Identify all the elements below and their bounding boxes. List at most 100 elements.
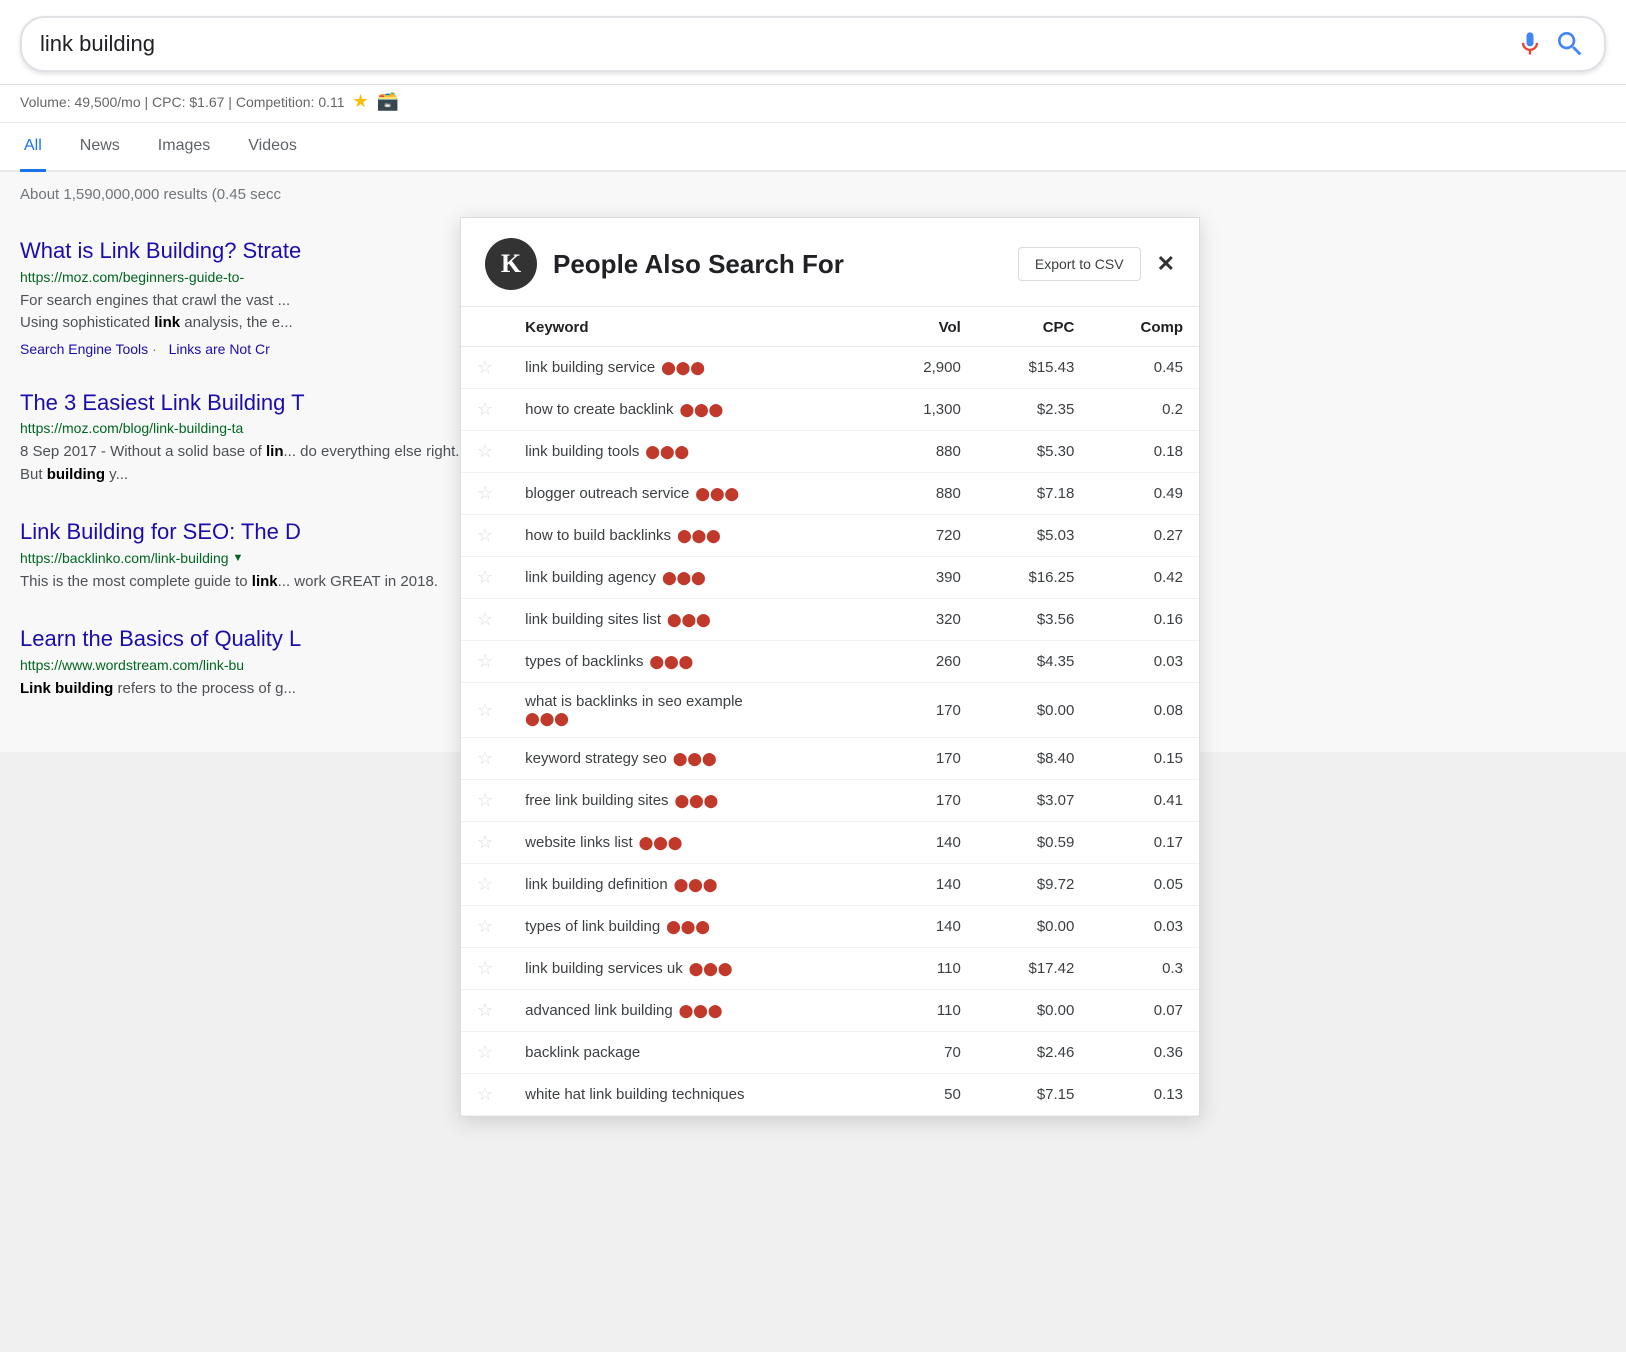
table-row: ☆link building sites list⬤⬤⬤320$3.560.16: [461, 599, 1199, 641]
col-vol: Vol: [875, 307, 976, 347]
cpc-cell: $7.18: [977, 473, 1091, 515]
result-title[interactable]: What is Link Building? Strate: [20, 238, 301, 263]
keyword-text: how to create backlink: [525, 401, 673, 418]
search-icon[interactable]: [1554, 28, 1586, 60]
difficulty-icon: ⬤⬤⬤: [674, 877, 718, 893]
row-star-icon[interactable]: ☆: [477, 790, 493, 810]
tab-videos[interactable]: Videos: [244, 123, 301, 172]
cpc-cell: $0.00: [977, 683, 1091, 738]
vol-cell: 320: [875, 599, 976, 641]
table-row: ☆free link building sites⬤⬤⬤170$3.070.41: [461, 780, 1199, 822]
vol-cell: 140: [875, 864, 976, 906]
difficulty-icon: ⬤⬤⬤: [666, 919, 710, 935]
cpc-cell: $7.15: [977, 1074, 1091, 1116]
keyword-text: what is backlinks in seo example: [525, 693, 743, 710]
difficulty-icon: ⬤⬤⬤: [680, 402, 724, 418]
table-row: ☆link building tools⬤⬤⬤880$5.300.18: [461, 431, 1199, 473]
row-star-icon[interactable]: ☆: [477, 483, 493, 503]
row-star-icon[interactable]: ☆: [477, 567, 493, 587]
vol-cell: 140: [875, 906, 976, 948]
keyword-cell: how to create backlink ⬤⬤⬤: [509, 389, 875, 431]
cpc-cell: $3.07: [977, 780, 1091, 822]
difficulty-icon: ⬤⬤⬤: [661, 360, 705, 376]
table-row: ☆types of link building⬤⬤⬤140$0.000.03: [461, 906, 1199, 948]
row-star-icon[interactable]: ☆: [477, 399, 493, 419]
row-star-icon[interactable]: ☆: [477, 748, 493, 768]
table-row: ☆keyword strategy seo⬤⬤⬤170$8.400.15: [461, 738, 1199, 780]
keyword-cell: how to build backlinks⬤⬤⬤: [509, 515, 875, 557]
table-row: ☆types of backlinks⬤⬤⬤260$4.350.03: [461, 641, 1199, 683]
row-star-icon[interactable]: ☆: [477, 700, 493, 720]
vol-cell: 720: [875, 515, 976, 557]
vol-cell: 880: [875, 431, 976, 473]
cpc-cell: $0.00: [977, 906, 1091, 948]
table-row: ☆backlink package70$2.460.36: [461, 1032, 1199, 1074]
search-results: What is Link Building? Strate https://mo…: [20, 237, 480, 732]
comp-cell: 0.27: [1090, 515, 1199, 557]
row-star-icon[interactable]: ☆: [477, 1000, 493, 1020]
close-button[interactable]: ✕: [1157, 251, 1175, 277]
keyword-text: link building agency: [525, 569, 656, 586]
row-star-icon[interactable]: ☆: [477, 1042, 493, 1062]
result-title[interactable]: Link Building for SEO: The D: [20, 519, 301, 544]
row-star-icon[interactable]: ☆: [477, 651, 493, 671]
cpc-cell: $4.35: [977, 641, 1091, 683]
comp-cell: 0.42: [1090, 557, 1199, 599]
comp-cell: 0.07: [1090, 990, 1199, 1032]
keyword-text: blogger outreach service: [525, 485, 689, 502]
keyword-cell: link building definition⬤⬤⬤: [509, 864, 875, 906]
tab-news[interactable]: News: [76, 123, 124, 172]
row-star-icon[interactable]: ☆: [477, 609, 493, 629]
difficulty-icon: ⬤⬤⬤: [679, 1003, 723, 1019]
vol-cell: 880: [875, 473, 976, 515]
vol-cell: 110: [875, 948, 976, 990]
row-star-icon[interactable]: ☆: [477, 357, 493, 377]
result-title[interactable]: The 3 Easiest Link Building T: [20, 390, 305, 415]
comp-cell: 0.18: [1090, 431, 1199, 473]
cpc-cell: $5.03: [977, 515, 1091, 557]
sublink[interactable]: Links are Not Cr: [169, 341, 270, 357]
keyword-cell: white hat link building techniques: [509, 1074, 875, 1116]
cpc-cell: $8.40: [977, 738, 1091, 780]
cpc-cell: $2.35: [977, 389, 1091, 431]
keyword-cell: link building agency⬤⬤⬤: [509, 557, 875, 599]
col-star: [461, 307, 509, 347]
difficulty-icon: ⬤⬤⬤: [639, 835, 683, 851]
tab-images[interactable]: Images: [154, 123, 214, 172]
difficulty-icon: ⬤⬤⬤: [673, 751, 717, 767]
mic-icon[interactable]: [1516, 30, 1544, 58]
vol-cell: 390: [875, 557, 976, 599]
table-row: ☆ how to build backlinks⬤⬤⬤720$5.030.27: [461, 515, 1199, 557]
dropdown-arrow-icon[interactable]: ▼: [233, 552, 244, 564]
difficulty-icon: ⬤⬤⬤: [689, 961, 733, 977]
favorite-star-icon[interactable]: ★: [353, 91, 369, 112]
difficulty-icon: ⬤⬤⬤: [695, 486, 739, 502]
result-snippet: For search engines that crawl the vast .…: [20, 290, 480, 335]
row-star-icon[interactable]: ☆: [477, 1084, 493, 1104]
row-star-icon[interactable]: ☆: [477, 832, 493, 852]
row-star-icon[interactable]: ☆: [477, 874, 493, 894]
search-input[interactable]: [40, 31, 1516, 57]
result-item: The 3 Easiest Link Building T https://mo…: [20, 389, 480, 487]
comp-cell: 0.17: [1090, 822, 1199, 864]
vol-cell: 2,900: [875, 347, 976, 389]
result-snippet: Link building refers to the process of g…: [20, 678, 480, 701]
export-csv-button[interactable]: Export to CSV: [1018, 247, 1141, 281]
keyword-text: link building sites list: [525, 611, 661, 628]
result-title[interactable]: Learn the Basics of Quality L: [20, 626, 301, 651]
cpc-cell: $16.25: [977, 557, 1091, 599]
stats-bar: Volume: 49,500/mo | CPC: $1.67 | Competi…: [0, 85, 1626, 123]
row-star-icon[interactable]: ☆: [477, 525, 493, 545]
keyword-cell: free link building sites⬤⬤⬤: [509, 780, 875, 822]
tab-all[interactable]: All: [20, 123, 46, 172]
row-star-icon[interactable]: ☆: [477, 441, 493, 461]
keyword-cell: advanced link building⬤⬤⬤: [509, 990, 875, 1032]
row-star-icon[interactable]: ☆: [477, 958, 493, 978]
keyword-cell: link building sites list ⬤⬤⬤: [509, 599, 875, 641]
col-comp: Comp: [1090, 307, 1199, 347]
row-star-icon[interactable]: ☆: [477, 916, 493, 936]
sublink[interactable]: Search Engine Tools: [20, 341, 148, 357]
pasf-k-icon: K: [485, 238, 537, 290]
keyword-cell: backlink package: [509, 1032, 875, 1074]
difficulty-icon: ⬤⬤⬤: [667, 612, 711, 628]
